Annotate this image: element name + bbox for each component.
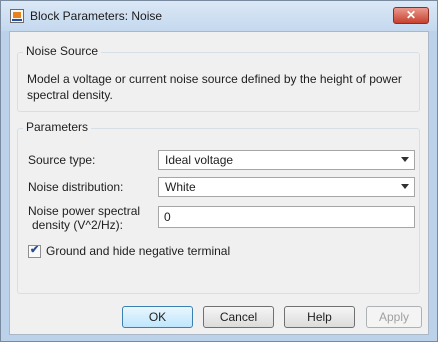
simulink-block-icon bbox=[10, 9, 24, 23]
noise-distribution-select[interactable]: White bbox=[158, 177, 415, 197]
chevron-down-icon bbox=[401, 184, 409, 189]
close-icon: ✕ bbox=[405, 8, 417, 22]
chevron-down-icon bbox=[401, 157, 409, 162]
source-type-label: Source type: bbox=[28, 153, 96, 167]
noise-source-group: Noise Source Model a voltage or current … bbox=[17, 44, 420, 112]
noise-distribution-label: Noise distribution: bbox=[28, 180, 124, 194]
source-type-value: Ideal voltage bbox=[165, 153, 234, 167]
block-description: Model a voltage or current noise source … bbox=[27, 72, 402, 102]
noise-power-label-line2: density (V^2/Hz): bbox=[32, 218, 123, 232]
help-button[interactable]: Help bbox=[284, 306, 355, 328]
dialog-content: Noise Source Model a voltage or current … bbox=[9, 31, 429, 335]
ground-checkbox-label[interactable]: Ground and hide negative terminal bbox=[46, 244, 230, 258]
ok-button[interactable]: OK bbox=[122, 306, 193, 328]
ground-checkbox[interactable]: ✔ bbox=[28, 244, 41, 258]
cancel-button[interactable]: Cancel bbox=[203, 306, 274, 328]
parameters-group-title: Parameters bbox=[23, 120, 92, 134]
apply-button[interactable]: Apply bbox=[366, 306, 422, 328]
noise-distribution-value: White bbox=[165, 180, 196, 194]
noise-power-label-line1: Noise power spectral bbox=[28, 204, 141, 218]
noise-power-input[interactable] bbox=[158, 206, 415, 228]
title-bar[interactable]: Block Parameters: Noise ✕ bbox=[1, 1, 437, 31]
noise-source-group-title: Noise Source bbox=[23, 44, 102, 58]
dialog-window: Block Parameters: Noise ✕ Noise Source M… bbox=[0, 0, 438, 342]
close-button[interactable]: ✕ bbox=[393, 7, 429, 24]
source-type-select[interactable]: Ideal voltage bbox=[158, 150, 415, 170]
window-title: Block Parameters: Noise bbox=[30, 9, 163, 23]
checkmark-icon: ✔ bbox=[30, 244, 40, 256]
parameters-group: Parameters Source type: Ideal voltage No… bbox=[17, 120, 420, 294]
